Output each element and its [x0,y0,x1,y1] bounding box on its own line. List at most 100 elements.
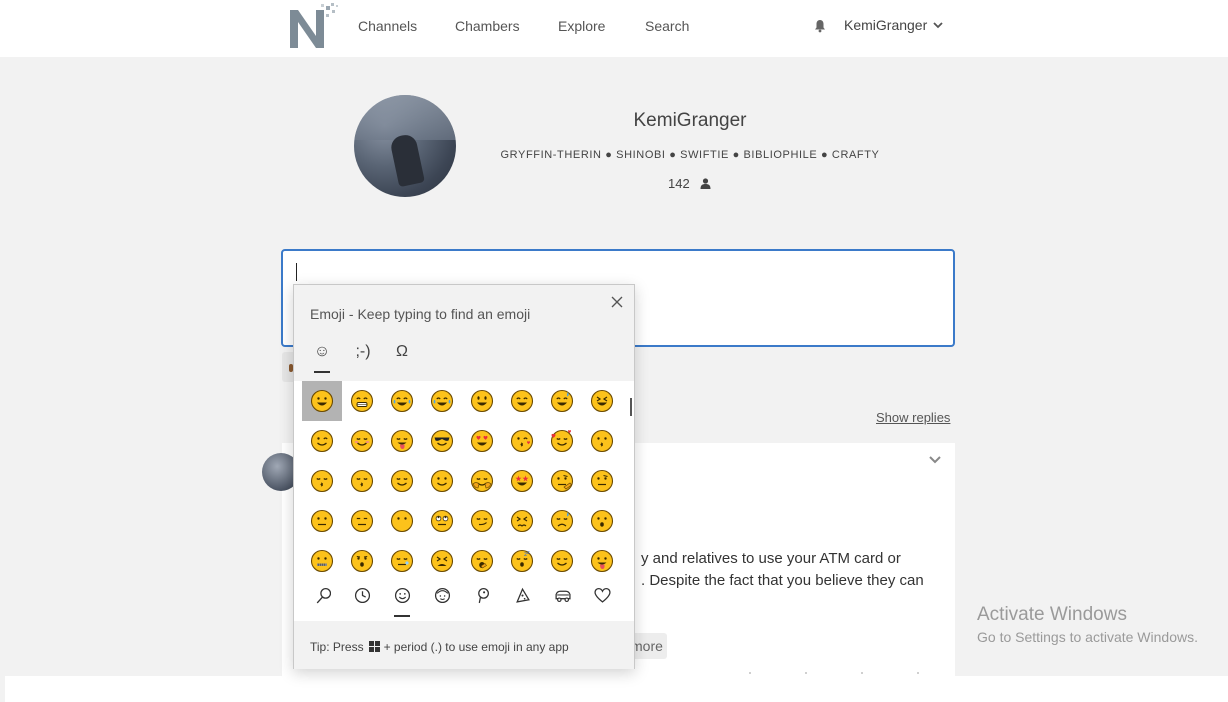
tab-kaomoji[interactable]: ;-) [348,343,378,373]
grinning-emoji-icon [310,389,334,413]
emoji-rofl[interactable] [422,381,462,421]
kissing-emoji-icon [590,429,614,453]
category-travel[interactable] [542,587,582,617]
chevron-down-icon[interactable] [932,20,944,30]
emoji-kissing[interactable] [582,421,622,461]
emoji-sleepy[interactable] [382,541,422,581]
emoji-raised-eyebrow[interactable] [582,461,622,501]
category-celebration[interactable] [462,587,502,617]
zipper-mouth-emoji-icon [310,549,334,573]
page-footer-band [5,676,1228,702]
followers-count[interactable]: 142 [668,176,690,191]
emoji-sunglasses[interactable] [422,421,462,461]
emoji-no-mouth[interactable] [382,501,422,541]
logo-icon[interactable] [288,2,340,50]
emoji-grinning[interactable] [302,381,342,421]
emoji-smile[interactable] [502,381,542,421]
nav-channels[interactable]: Channels [358,18,417,34]
emoji-slight-smile[interactable] [422,461,462,501]
emoji-thinking[interactable] [542,461,582,501]
emoji-smiley[interactable] [462,381,502,421]
category-recent[interactable] [342,587,382,617]
emoji-sleeping[interactable]: zz [502,541,542,581]
nav-explore[interactable]: Explore [558,18,605,34]
rofl-emoji-icon [430,389,454,413]
emoji-kissing-closed-eyes[interactable] [342,461,382,501]
heart-eyes-emoji-icon [470,429,494,453]
celebration-icon [477,587,489,604]
emoji-smiling-hearts[interactable] [542,421,582,461]
emoji-relaxed[interactable] [382,461,422,501]
activate-windows-subtitle: Go to Settings to activate Windows. [977,629,1198,645]
emoji-open-mouth[interactable] [582,501,622,541]
smiley-icon [394,587,410,604]
smirk-emoji-icon [470,509,494,533]
hushed-emoji-icon [350,549,374,573]
yum-emoji-icon [390,429,414,453]
star-struck-emoji-icon [510,469,534,493]
tab-symbols[interactable]: Ω [388,343,416,373]
windows-logo-icon [368,641,380,652]
profile-tags: GRYFFIN-THERIN ● SHINOBI ● SWIFTIE ● BIB… [500,149,880,161]
profile-avatar[interactable] [354,95,456,197]
emoji-kissing-smiling[interactable] [302,461,342,501]
nav-chambers[interactable]: Chambers [455,18,520,34]
user-menu-name[interactable]: KemiGranger [844,17,927,33]
close-icon[interactable] [609,294,625,310]
emoji-persevere[interactable] [502,501,542,541]
emoji-yum[interactable] [382,421,422,461]
emoji-expressionless[interactable] [342,501,382,541]
tongue-emoji-icon [590,549,614,573]
emoji-star-struck[interactable] [502,461,542,501]
emoji-zipper-mouth[interactable] [302,541,342,581]
post-options-chevron-icon[interactable] [928,455,942,465]
emoji-tongue[interactable] [582,541,622,581]
relieved-emoji-icon [550,549,574,573]
category-people[interactable] [422,587,462,617]
emoji-hugging[interactable] [462,461,502,501]
text-caret [296,263,297,281]
joy-emoji-icon [390,389,414,413]
emoji-grin[interactable] [342,381,382,421]
tired-emoji-icon [430,549,454,573]
tab-emoji[interactable]: ☺ [308,343,336,373]
expressionless-emoji-icon [350,509,374,533]
category-food[interactable] [502,587,542,617]
sweat-smile-emoji-icon [550,389,574,413]
post-body-line-2: . Despite the fact that you believe they… [641,572,924,589]
profile-name: KemiGranger [633,110,747,131]
travel-icon [554,590,571,603]
emoji-yawning[interactable] [462,541,502,581]
activate-windows-title: Activate Windows [977,604,1127,625]
emoji-rolling-eyes[interactable] [422,501,462,541]
smiling-hearts-emoji-icon [550,429,574,453]
emoji-relieved[interactable] [542,541,582,581]
emoji-wink[interactable] [302,421,342,461]
emoji-joy[interactable] [382,381,422,421]
emoji-disappointed-relieved[interactable] [542,501,582,541]
post-body-line-1: y and relatives to use your ATM card or [641,550,901,567]
emoji-hushed[interactable] [342,541,382,581]
emoji-grid: zz [294,381,634,581]
open-mouth-emoji-icon [590,509,614,533]
nav-search[interactable]: Search [645,18,689,34]
bell-icon[interactable] [813,19,827,33]
emoji-sweat-smile[interactable] [542,381,582,421]
emoji-grid-scrollbar[interactable] [630,398,632,416]
no-mouth-emoji-icon [390,509,414,533]
category-heart[interactable] [582,587,622,617]
category-search[interactable] [302,587,342,617]
recent-icon [354,587,370,604]
category-smiley[interactable] [382,587,422,617]
post-divider [722,671,922,675]
laughing-emoji-icon [590,389,614,413]
emoji-smirk[interactable] [462,501,502,541]
avatar-sky [354,95,456,140]
emoji-tired[interactable] [422,541,462,581]
emoji-neutral[interactable] [302,501,342,541]
emoji-blush[interactable] [342,421,382,461]
emoji-laughing[interactable] [582,381,622,421]
emoji-kissing-heart[interactable] [502,421,542,461]
show-replies-link[interactable]: Show replies [876,410,950,425]
emoji-heart-eyes[interactable] [462,421,502,461]
